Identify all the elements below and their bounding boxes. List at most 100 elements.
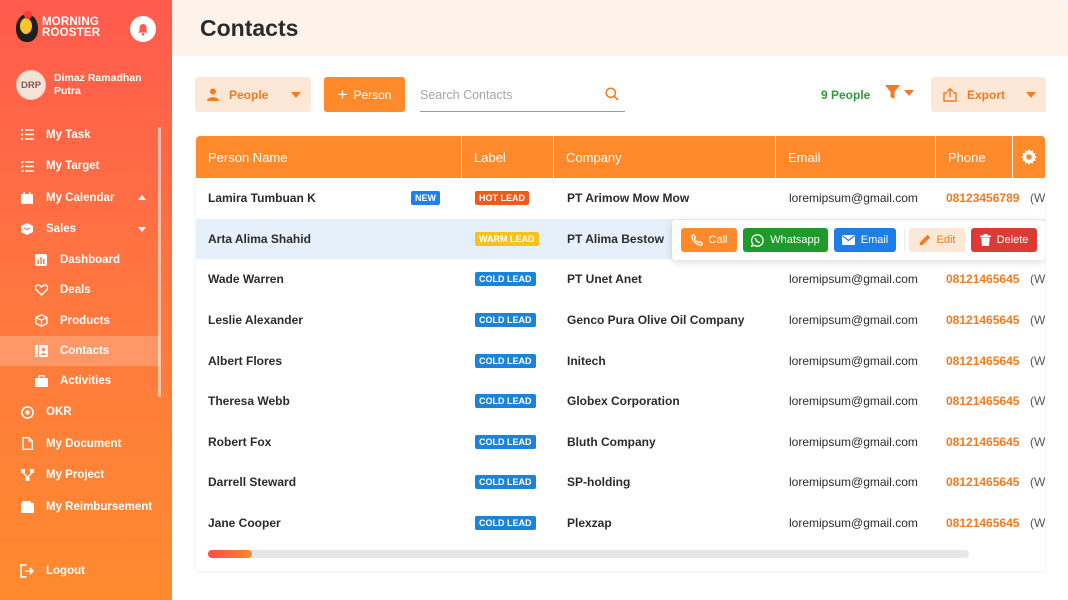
person-name[interactable]: Theresa Webb	[208, 381, 290, 422]
company-name: Initech	[567, 353, 606, 368]
sidebar-item-label: My Document	[46, 437, 122, 450]
sidebar-item-my-task[interactable]: My Task	[0, 119, 172, 151]
label-cell: COLD LEAD	[475, 259, 536, 300]
new-badge-cell: NEW	[411, 178, 440, 219]
delete-label: Delete	[996, 234, 1029, 246]
sidebar-item-label: Activities	[60, 375, 112, 388]
table-row[interactable]: Theresa Webb COLD LEAD Globex Corporation l…	[196, 381, 1045, 422]
scrollbar-thumb[interactable]	[208, 550, 252, 558]
column-header-person-name[interactable]: Person Name	[196, 136, 462, 178]
email-address[interactable]: loremipsum@gmail.com	[789, 340, 918, 381]
column-header-label[interactable]: Label	[462, 136, 554, 178]
phone-number[interactable]: 08121465645	[946, 462, 1019, 503]
handshake-icon	[34, 283, 48, 297]
bell-icon	[138, 23, 148, 36]
sidebar-item-label: Products	[60, 314, 110, 327]
table-row[interactable]: Jane Cooper COLD LEAD Plexzap loremipsum@gm…	[196, 503, 1045, 544]
lead-label-badge: HOT LEAD	[475, 191, 529, 206]
person-name[interactable]: Wade Warren	[208, 259, 284, 300]
whatsapp-button[interactable]: Whatsapp	[743, 228, 828, 252]
delete-button[interactable]: Delete	[971, 228, 1037, 252]
phone-type: (Wo	[1030, 516, 1045, 531]
phone-number[interactable]: 08121465645	[946, 422, 1019, 463]
sidebar-subitem-dashboard[interactable]: Dashboard	[0, 245, 172, 275]
sidebar-item-my-project[interactable]: My Project	[0, 459, 172, 491]
phone-type: (Wo	[1030, 434, 1045, 449]
sidebar-item-my-reimbursement[interactable]: My Reimbursement	[0, 491, 172, 514]
sidebar-item-my-calendar[interactable]: My Calendar	[0, 182, 172, 214]
person-name[interactable]: Leslie Alexander	[208, 300, 303, 341]
sidebar-item-okr[interactable]: OKR	[0, 396, 172, 428]
lead-label-badge: COLD LEAD	[475, 394, 536, 409]
sidebar-subitem-activities[interactable]: Activities	[0, 366, 172, 396]
email-address[interactable]: loremipsum@gmail.com	[789, 300, 918, 341]
edit-button[interactable]: Edit	[909, 228, 965, 252]
label-cell: COLD LEAD	[475, 300, 536, 341]
phone-type: (Wo	[1030, 353, 1045, 368]
column-settings-button[interactable]	[1012, 136, 1045, 178]
email-address[interactable]: loremipsum@gmail.com	[789, 503, 918, 544]
horizontal-scrollbar[interactable]	[208, 550, 969, 558]
column-header-company[interactable]: Company	[554, 136, 776, 178]
phone-number[interactable]: 08121465645	[946, 381, 1019, 422]
person-name[interactable]: Lamira Tumbuan K	[208, 178, 316, 219]
phone-number[interactable]: 08121465645	[946, 503, 1019, 544]
logout-button[interactable]: Logout	[20, 564, 85, 578]
sidebar-subitem-contacts[interactable]: Contacts	[0, 335, 160, 367]
table-row[interactable]: Lamira Tumbuan K NEW HOT LEAD PT Arimow Mow…	[196, 178, 1045, 219]
email-address[interactable]: loremipsum@gmail.com	[789, 381, 918, 422]
sidebar-subitem-products[interactable]: Products	[0, 306, 172, 336]
table-row[interactable]: Leslie Alexander COLD LEAD Genco Pura Oliv…	[196, 300, 1045, 341]
email-address[interactable]: loremipsum@gmail.com	[789, 178, 918, 219]
search-input[interactable]	[420, 82, 600, 108]
person-name[interactable]: Robert Fox	[208, 422, 271, 463]
table-row[interactable]: Darrell Steward COLD LEAD SP-holding loremi…	[196, 462, 1045, 503]
company-name: Bluth Company	[567, 434, 656, 449]
phone-number[interactable]: 08121465645	[946, 340, 1019, 381]
sidebar-item-label: My Reimbursement	[46, 500, 153, 513]
search-icon[interactable]	[605, 87, 619, 101]
phone-number[interactable]: 08121465645	[946, 300, 1019, 341]
phone-number[interactable]: 08123456789	[946, 178, 1019, 219]
table-row[interactable]: Wade Warren COLD LEAD PT Unet Anet loremips…	[196, 259, 1045, 300]
chevron-down-icon	[904, 89, 914, 96]
call-button[interactable]: Call	[681, 228, 737, 252]
actions-divider	[904, 228, 905, 252]
email-address[interactable]: loremipsum@gmail.com	[789, 422, 918, 463]
pencil-icon	[919, 234, 930, 246]
table-row[interactable]: Robert Fox COLD LEAD Bluth Company loremips…	[196, 422, 1045, 463]
chevron-up-icon	[138, 195, 146, 200]
checklist-icon	[20, 159, 34, 173]
column-header-phone[interactable]: Phone	[936, 136, 1012, 178]
people-dropdown-label: People	[229, 87, 269, 102]
add-person-button[interactable]: + Person	[324, 77, 405, 112]
filter-button[interactable]	[885, 85, 914, 100]
notification-button[interactable]	[130, 16, 156, 42]
export-dropdown[interactable]: Export	[931, 77, 1046, 112]
people-dropdown[interactable]: People	[195, 77, 311, 112]
column-header-email[interactable]: Email	[776, 136, 936, 178]
whatsapp-icon	[751, 233, 764, 247]
sidebar-item-label: OKR	[46, 406, 72, 419]
person-name[interactable]: Albert Flores	[208, 340, 282, 381]
briefcase-icon	[34, 374, 48, 388]
people-count: 9 People	[821, 88, 871, 102]
email-button[interactable]: Email	[834, 228, 896, 252]
sidebar-item-sales[interactable]: Sales	[0, 214, 172, 246]
person-name[interactable]: Arta Alima Shahid	[208, 219, 311, 260]
email-address[interactable]: loremipsum@gmail.com	[789, 259, 918, 300]
table-row[interactable]: Albert Flores COLD LEAD Initech loremipsum@…	[196, 340, 1045, 381]
phone-type: (Wo	[1030, 272, 1045, 287]
sidebar-item-label: My Target	[46, 160, 100, 173]
person-name[interactable]: Darrell Steward	[208, 462, 296, 503]
user-profile[interactable]: DRP Dimaz Ramadhan Putra	[16, 70, 154, 100]
email-label: Email	[860, 234, 889, 246]
person-name[interactable]: Jane Cooper	[208, 503, 281, 544]
sidebar-item-my-document[interactable]: My Document	[0, 428, 172, 460]
phone-number[interactable]: 08121465645	[946, 259, 1019, 300]
contacts-panel: People + Person 9 People Export	[172, 56, 1068, 600]
sidebar-item-my-target[interactable]: My Target	[0, 151, 172, 183]
brand-logo[interactable]: Morning Rooster	[16, 11, 100, 42]
email-address[interactable]: loremipsum@gmail.com	[789, 462, 918, 503]
sidebar-subitem-deals[interactable]: Deals	[0, 275, 172, 305]
